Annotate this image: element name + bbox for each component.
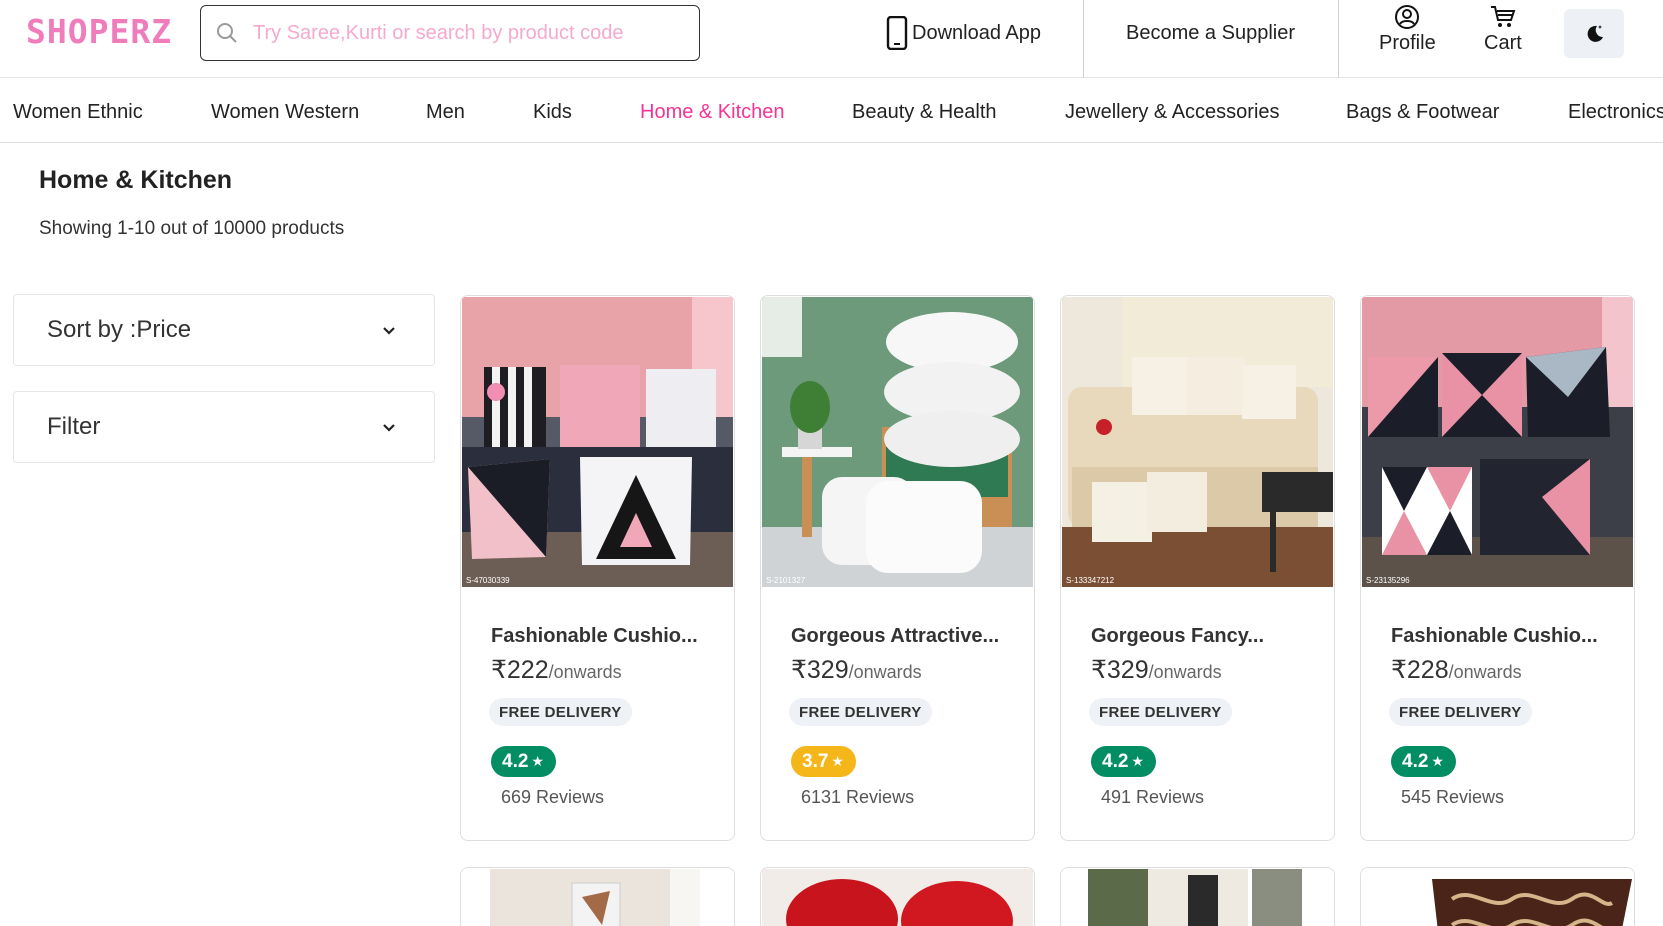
star-icon: ★ — [831, 753, 844, 769]
rating-badge: 3.7 ★ — [791, 746, 856, 777]
become-supplier-link[interactable]: Become a Supplier — [1083, 0, 1338, 66]
price-value: ₹329 — [1091, 656, 1149, 684]
svg-text:S-2101327: S-2101327 — [766, 576, 806, 585]
sort-dropdown[interactable]: Sort by :Price — [13, 294, 435, 366]
mobile-phone-icon — [886, 16, 908, 50]
product-card[interactable]: S-23135296 Fashionable Cushio... ₹228/on… — [1360, 295, 1635, 841]
rating-value: 4.2 — [1102, 750, 1129, 772]
profile-label: Profile — [1379, 32, 1436, 54]
free-delivery-badge: FREE DELIVERY — [1089, 698, 1232, 726]
product-image[interactable]: S-2101327 — [762, 297, 1033, 587]
rating-value: 4.2 — [502, 750, 529, 772]
price-suffix: /onwards — [548, 662, 622, 682]
nav-item-bags-footwear[interactable]: Bags & Footwear — [1346, 101, 1499, 124]
sort-label: Sort by :Price — [47, 316, 192, 343]
profile-button[interactable]: Profile — [1379, 4, 1436, 55]
product-image[interactable] — [462, 869, 733, 926]
product-image[interactable]: S-47030339 — [462, 297, 733, 587]
star-icon: ★ — [1131, 753, 1144, 769]
dark-mode-toggle[interactable] — [1564, 9, 1624, 58]
star-icon: ★ — [531, 753, 544, 769]
nav-item-kids[interactable]: Kids — [533, 101, 572, 124]
result-count: Showing 1-10 out of 10000 products — [39, 218, 345, 239]
product-card[interactable] — [460, 867, 735, 926]
header-divider — [1338, 0, 1339, 78]
svg-text:S-23135296: S-23135296 — [1366, 576, 1410, 585]
rating-value: 4.2 — [1402, 750, 1429, 772]
cart-button[interactable]: Cart — [1484, 4, 1522, 55]
search-icon — [217, 23, 237, 43]
chevron-down-icon — [383, 424, 395, 432]
rating-value: 3.7 — [802, 750, 829, 772]
product-name[interactable]: Gorgeous Fancy... — [1091, 625, 1321, 648]
price-value: ₹228 — [1391, 656, 1449, 684]
product-card[interactable] — [1060, 867, 1335, 926]
site-header: SHOPERZ Download App Become a Supplier P… — [0, 0, 1663, 78]
product-image[interactable]: S-23135296 — [1362, 297, 1633, 587]
download-app-link[interactable]: Download App — [886, 16, 1041, 50]
free-delivery-badge: FREE DELIVERY — [789, 698, 932, 726]
price-suffix: /onwards — [848, 662, 922, 682]
price-suffix: /onwards — [1448, 662, 1522, 682]
product-card[interactable]: S-2101327 Gorgeous Attractive... ₹329/on… — [760, 295, 1035, 841]
nav-item-jewellery-accessories[interactable]: Jewellery & Accessories — [1065, 101, 1280, 124]
review-count: 6131 Reviews — [801, 787, 915, 807]
nav-item-electronics[interactable]: Electronics — [1568, 101, 1663, 124]
download-app-label: Download App — [912, 21, 1041, 44]
product-name[interactable]: Gorgeous Attractive... — [791, 625, 1021, 648]
price-suffix: /onwards — [1148, 662, 1222, 682]
chevron-down-icon — [383, 327, 395, 335]
product-card[interactable]: S-133347212 Gorgeous Fancy... ₹329/onwar… — [1060, 295, 1335, 841]
product-name[interactable]: Fashionable Cushio... — [491, 625, 721, 648]
product-image[interactable] — [1362, 869, 1633, 926]
review-count: 669 Reviews — [501, 787, 605, 807]
rating-badge: 4.2 ★ — [491, 746, 556, 777]
filter-label: Filter — [47, 413, 101, 440]
brand-logo[interactable]: SHOPERZ — [26, 12, 172, 51]
product-price: ₹329/onwards — [1091, 655, 1222, 685]
product-price: ₹329/onwards — [791, 655, 922, 685]
search-input[interactable] — [253, 21, 673, 45]
nav-item-women-western[interactable]: Women Western — [211, 101, 359, 124]
filter-dropdown[interactable]: Filter — [13, 391, 435, 463]
nav-item-men[interactable]: Men — [426, 101, 465, 124]
rating-badge: 4.2 ★ — [1391, 746, 1456, 777]
product-image[interactable]: S-133347212 — [1062, 297, 1333, 587]
svg-text:S-133347212: S-133347212 — [1066, 576, 1115, 585]
search-bar[interactable] — [200, 5, 700, 61]
review-count: 545 Reviews — [1401, 787, 1505, 807]
category-nav: Women Ethnic Women Western Men Kids Home… — [0, 79, 1663, 143]
product-card[interactable] — [760, 867, 1035, 926]
rating-badge: 4.2 ★ — [1091, 746, 1156, 777]
price-value: ₹329 — [791, 656, 849, 684]
product-price: ₹228/onwards — [1391, 655, 1522, 685]
product-card[interactable]: S-47030339 Fashionable Cushio... ₹222/on… — [460, 295, 735, 841]
product-card[interactable] — [1360, 867, 1635, 926]
moon-stars-icon — [1587, 24, 1603, 42]
product-price: ₹222/onwards — [491, 655, 622, 685]
user-circle-icon — [1395, 5, 1420, 29]
free-delivery-badge: FREE DELIVERY — [1389, 698, 1532, 726]
nav-item-beauty-health[interactable]: Beauty & Health — [852, 101, 997, 124]
page-title: Home & Kitchen — [39, 166, 233, 194]
svg-text:S-47030339: S-47030339 — [466, 576, 510, 585]
star-icon: ★ — [1431, 753, 1444, 769]
product-image[interactable] — [1062, 869, 1333, 926]
free-delivery-badge: FREE DELIVERY — [489, 698, 632, 726]
cart-label: Cart — [1484, 32, 1522, 54]
nav-item-home-kitchen[interactable]: Home & Kitchen — [640, 101, 785, 124]
product-name[interactable]: Fashionable Cushio... — [1391, 625, 1621, 648]
review-count: 491 Reviews — [1101, 787, 1205, 807]
product-image[interactable] — [762, 869, 1033, 926]
cart-icon — [1490, 6, 1516, 27]
nav-item-women-ethnic[interactable]: Women Ethnic — [13, 101, 143, 124]
price-value: ₹222 — [491, 656, 549, 684]
